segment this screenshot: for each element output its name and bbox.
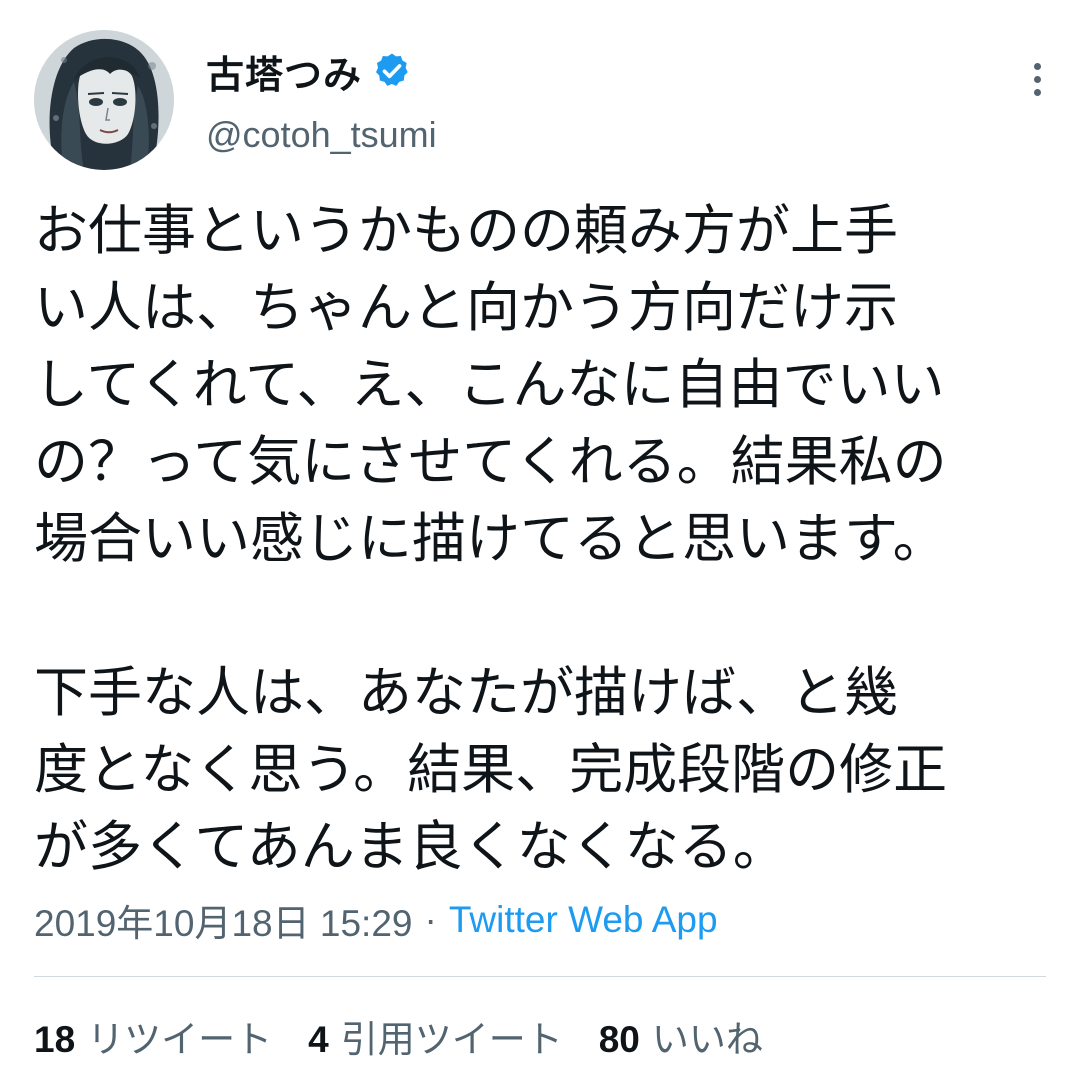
tweet-text-line: い人は、ちゃんと向かう方向だけ示 bbox=[34, 276, 898, 339]
more-dot bbox=[1033, 88, 1041, 96]
tweet-text-line: お仕事というかものの頼み方が上手 bbox=[34, 199, 898, 262]
tweet-text-line: してくれて、え、こんなに自由でいい bbox=[34, 353, 945, 416]
tweet-text-line: の？って気にさせてくれる。結果私の bbox=[34, 430, 947, 493]
retweets-label: リツイート bbox=[87, 1018, 273, 1061]
divider bbox=[34, 976, 1046, 977]
tweet-text: お仕事というかものの頼み方が上手 い人は、ちゃんと向かう方向だけ示 してくれて、… bbox=[34, 192, 1064, 885]
tweet-text-line: が多くてあんま良くなくなる。 bbox=[34, 815, 787, 878]
tweet-source-link[interactable]: Twitter Web App bbox=[449, 899, 718, 941]
more-dot bbox=[1033, 75, 1041, 83]
more-dot bbox=[1033, 62, 1041, 70]
tweet-text-line: 下手な人は、あなたが描けば、と幾 bbox=[34, 661, 898, 724]
tweet-timestamp[interactable]: 2019年10月18日 15:29 bbox=[34, 893, 413, 947]
verified-badge-icon bbox=[372, 51, 412, 91]
display-name-row: 古塔つみ bbox=[206, 44, 437, 99]
likes-stat[interactable]: 80 いいね bbox=[599, 1009, 763, 1063]
tweet-header: 古塔つみ @cotoh_tsumi bbox=[34, 30, 1054, 170]
tweet-detail: 古塔つみ @cotoh_tsumi お仕事というかものの頼み方が上手 い人は、ち… bbox=[0, 0, 1080, 1081]
more-options-icon[interactable] bbox=[1022, 54, 1052, 104]
retweets-count: 18 bbox=[34, 1019, 76, 1060]
tweet-meta: 2019年10月18日 15:29 · Twitter Web App bbox=[34, 890, 718, 950]
meta-separator: · bbox=[424, 899, 437, 940]
user-handle[interactable]: @cotoh_tsumi bbox=[206, 114, 437, 156]
tweet-stats: 18 リツイート 4 引用ツイート 80 いいね bbox=[34, 1008, 799, 1064]
likes-label: いいね bbox=[651, 1018, 763, 1061]
quotes-stat[interactable]: 4 引用ツイート bbox=[308, 1009, 563, 1063]
tweet-text-line: 度となく思う。結果、完成段階の修正 bbox=[34, 738, 948, 801]
likes-count: 80 bbox=[598, 1019, 640, 1060]
user-names: 古塔つみ @cotoh_tsumi bbox=[206, 46, 437, 156]
avatar-illustration bbox=[34, 30, 174, 170]
quotes-label: 引用ツイート bbox=[340, 1018, 563, 1061]
retweets-stat[interactable]: 18 リツイート bbox=[34, 1009, 272, 1063]
tweet-text-line: 場合いい感じに描けてると思います。 bbox=[34, 507, 947, 570]
display-name[interactable]: 古塔つみ bbox=[206, 44, 362, 99]
avatar[interactable] bbox=[34, 30, 174, 170]
quotes-count: 4 bbox=[308, 1019, 329, 1060]
